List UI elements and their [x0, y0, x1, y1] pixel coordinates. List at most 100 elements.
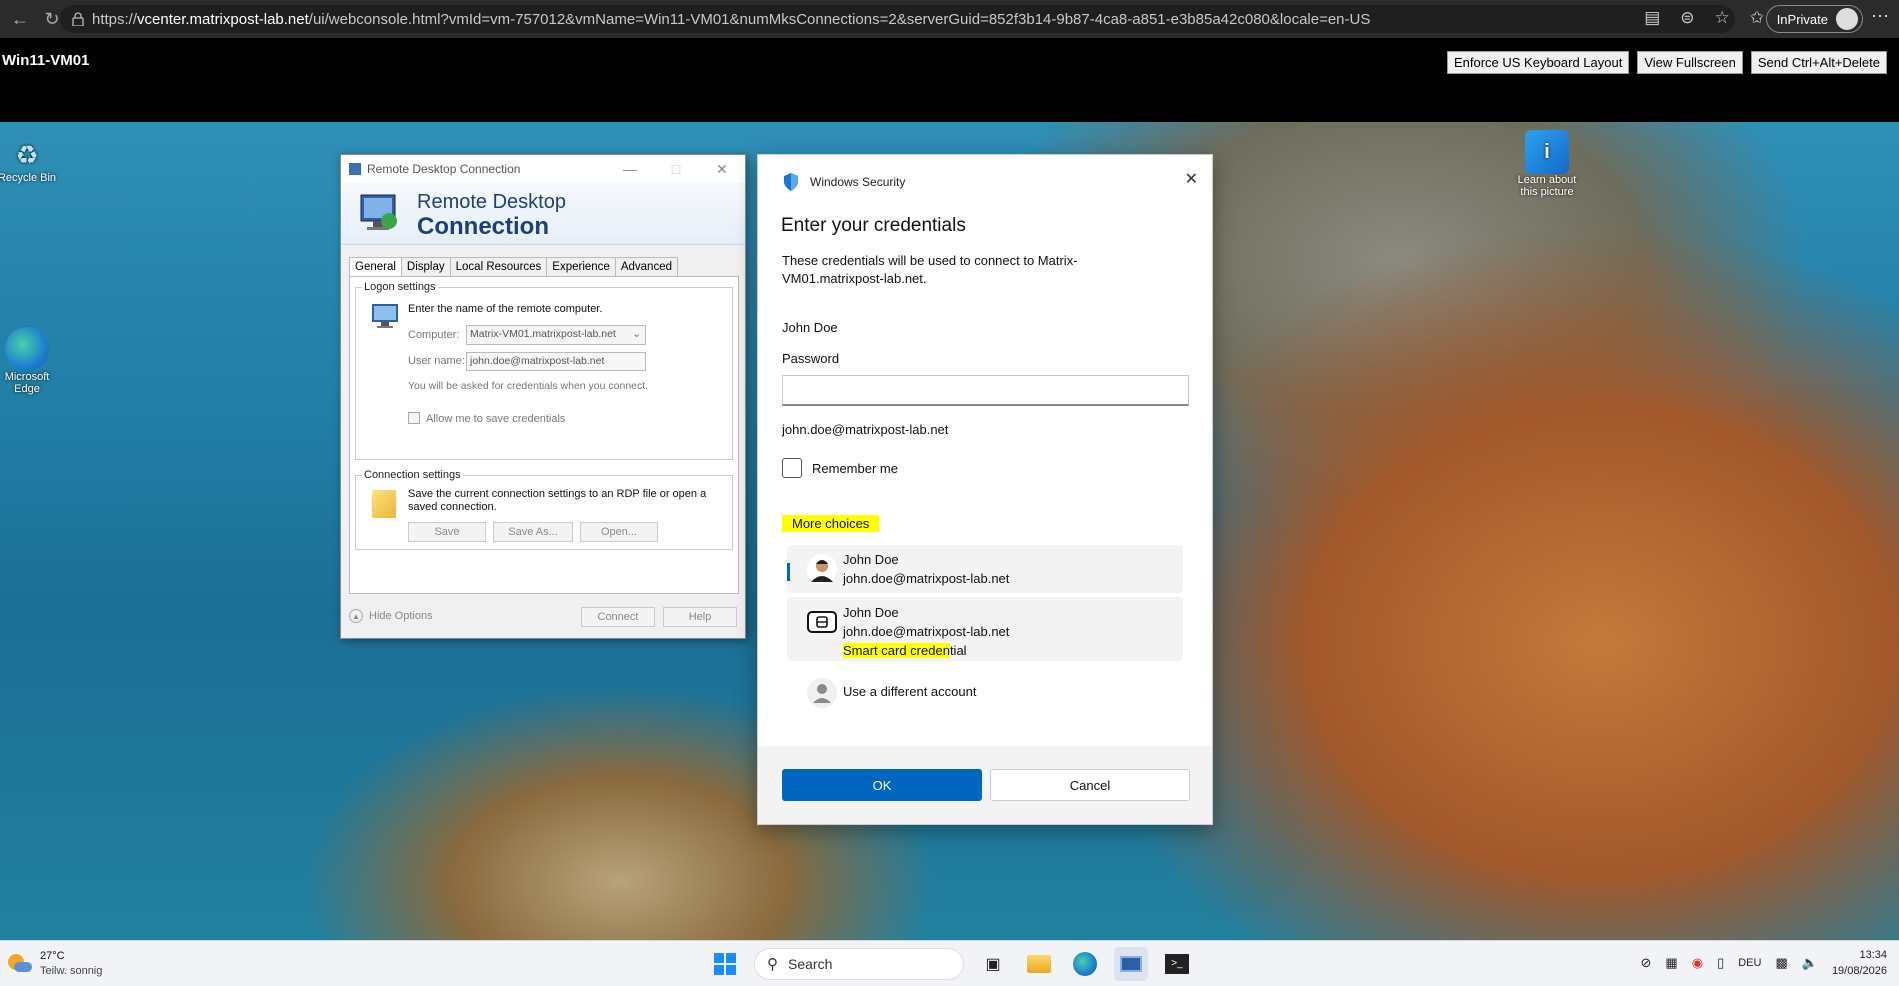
send-ctrl-alt-del-button[interactable]: Send Ctrl+Alt+Delete	[1750, 51, 1887, 74]
logon-intro: Enter the name of the remote computer.	[408, 303, 603, 315]
tab-local-resources[interactable]: Local Resources	[449, 257, 548, 277]
defender-icon[interactable]: ◉	[1692, 955, 1703, 971]
computer-combobox[interactable]: Matrix-VM01.matrixpost-lab.net ⌄	[466, 325, 646, 345]
view-fullscreen-button[interactable]: View Fullscreen	[1637, 51, 1743, 74]
input-language[interactable]: DEU	[1738, 957, 1761, 969]
back-icon[interactable]: ←	[6, 5, 34, 33]
inprivate-badge[interactable]: InPrivate	[1765, 5, 1863, 33]
inprivate-label: InPrivate	[1776, 11, 1828, 27]
chevron-down-icon: ⌄	[632, 328, 641, 340]
taskbar-search[interactable]: ⚲ Search	[754, 948, 964, 980]
tab-advanced[interactable]: Advanced	[614, 257, 678, 277]
dialog-footer: OK Cancel	[758, 746, 1212, 824]
address-bar[interactable]: https://vcenter.matrixpost-lab.net/ui/we…	[60, 5, 1735, 33]
edge-shortcut[interactable]: Microsoft Edge	[0, 327, 62, 395]
save-as-button[interactable]: Save As...	[493, 522, 573, 542]
shield-icon	[784, 173, 798, 191]
account1-email: john.doe@matrixpost-lab.net	[843, 571, 1010, 586]
file-explorer-icon[interactable]	[1022, 947, 1056, 981]
tab-display[interactable]: Display	[400, 257, 451, 277]
rdc-banner: Remote Desktop Connection	[341, 183, 745, 245]
terminal-icon[interactable]: >_	[1160, 947, 1194, 981]
rdc-monitor-icon	[355, 193, 401, 233]
weather-desc: Teilw. sonnig	[40, 965, 103, 977]
more-choices-link[interactable]: More choices	[782, 515, 880, 532]
connection-settings-text: Save the current connection settings to …	[408, 488, 707, 513]
edge-label-2: Edge	[14, 383, 40, 395]
close-icon[interactable]: ✕	[699, 155, 745, 183]
account2-email: john.doe@matrixpost-lab.net	[843, 624, 1010, 639]
translate-icon[interactable]: ⊜	[1680, 8, 1694, 28]
minimize-icon[interactable]: —	[607, 155, 653, 183]
rdc-app-icon	[349, 163, 361, 175]
url-host: vcenter.matrixpost-lab.net	[137, 10, 309, 28]
recycle-bin-label: Recycle Bin	[0, 172, 57, 184]
rdc-taskbar-icon[interactable]	[1114, 947, 1148, 981]
dialog-title: Enter your credentials	[781, 215, 966, 236]
password-field[interactable]	[782, 375, 1189, 406]
dialog-description: These credentials will be used to connec…	[782, 253, 1078, 286]
remember-me-label: Remember me	[812, 460, 898, 476]
close-icon[interactable]: ✕	[1185, 169, 1198, 189]
remember-me-checkbox[interactable]	[782, 458, 802, 478]
weather-widget[interactable]: 27°C Teilw. sonnig	[8, 949, 102, 979]
taskbar: 27°C Teilw. sonnig ⚲ Search ▣ >_ ⊘ ▦ ◉ ▯…	[0, 940, 1899, 986]
connection-settings-label: Connection settings	[362, 469, 463, 481]
url-path: /ui/webconsole.html?vmId=vm-757012&vmNam…	[308, 10, 1371, 28]
clock[interactable]: 13:34 19/08/2026	[1832, 947, 1887, 979]
username-field: john.doe@matrixpost-lab.net	[466, 352, 646, 371]
account2-type-highlight: Smart card creden	[843, 643, 950, 658]
username-label: User name:	[408, 355, 465, 367]
save-button[interactable]: Save	[408, 522, 486, 542]
recycle-bin-shortcut[interactable]: ♻ Recycle Bin	[0, 140, 62, 184]
selection-indicator	[787, 563, 790, 581]
open-button[interactable]: Open...	[580, 522, 658, 542]
profile-avatar	[1836, 8, 1858, 30]
rdc-titlebar: Remote Desktop Connection — □ ✕	[341, 155, 745, 183]
display-icon[interactable]: ▩	[1775, 955, 1787, 971]
remember-me[interactable]: Remember me	[782, 458, 898, 478]
hide-options-toggle[interactable]: ▲ Hide Options	[349, 609, 433, 623]
computer-monitor-icon	[370, 302, 400, 330]
rdc-banner-line2: Connection	[417, 213, 549, 240]
username-display: John Doe	[782, 320, 838, 335]
connect-button[interactable]: Connect	[581, 607, 655, 627]
more-menu-icon[interactable]: ⋯	[1871, 6, 1889, 27]
favorites-list-icon[interactable]: ✩	[1750, 8, 1764, 28]
usb-icon[interactable]: ▯	[1717, 955, 1724, 971]
password-label: Password	[782, 351, 840, 366]
tray-app-icon[interactable]: ▦	[1665, 955, 1677, 971]
edge-label-1: Microsoft	[4, 371, 50, 383]
start-button[interactable]	[708, 947, 742, 981]
help-button[interactable]: Help	[663, 607, 737, 627]
chevron-up-icon: ▲	[349, 609, 363, 623]
ok-button[interactable]: OK	[782, 769, 982, 801]
tab-experience[interactable]: Experience	[546, 257, 616, 277]
account-option-password[interactable]: John Doe john.doe@matrixpost-lab.net	[787, 545, 1183, 593]
hide-options-label: Hide Options	[369, 610, 433, 622]
volume-icon[interactable]: 🔈	[1802, 955, 1818, 971]
account-option-smartcard[interactable]: John Doe john.doe@matrixpost-lab.net Sma…	[787, 597, 1183, 661]
edge-icon	[5, 327, 49, 371]
allow-save-checkbox[interactable]	[408, 412, 420, 424]
credentials-note: You will be asked for credentials when y…	[408, 380, 649, 392]
reader-view-icon[interactable]: ▤	[1644, 8, 1660, 28]
cancel-button[interactable]: Cancel	[990, 769, 1190, 801]
use-different-account-label: Use a different account	[843, 684, 977, 699]
account1-name: John Doe	[843, 552, 899, 567]
computer-label: Computer:	[408, 329, 460, 341]
edge-taskbar-icon[interactable]	[1068, 947, 1102, 981]
tab-general[interactable]: General	[349, 257, 402, 277]
clock-date: 19/08/2026	[1831, 965, 1887, 977]
maximize-icon[interactable]: □	[653, 155, 699, 183]
learn-picture-shortcut[interactable]: i Learn about this picture	[1512, 130, 1582, 198]
account2-type-rest: tial	[949, 643, 967, 658]
network-offline-icon[interactable]: ⊘	[1641, 955, 1652, 971]
connection-settings-group: Connection settings Save the current con…	[355, 469, 733, 550]
enforce-keyboard-button[interactable]: Enforce US Keyboard Layout	[1446, 51, 1630, 74]
task-view-icon[interactable]: ▣	[976, 947, 1010, 981]
use-different-account-option[interactable]: Use a different account	[787, 673, 1183, 713]
computer-value: Matrix-VM01.matrixpost-lab.net	[470, 328, 616, 340]
logon-settings-label: Logon settings	[362, 281, 438, 293]
favorite-star-icon[interactable]: ☆	[1715, 8, 1730, 28]
